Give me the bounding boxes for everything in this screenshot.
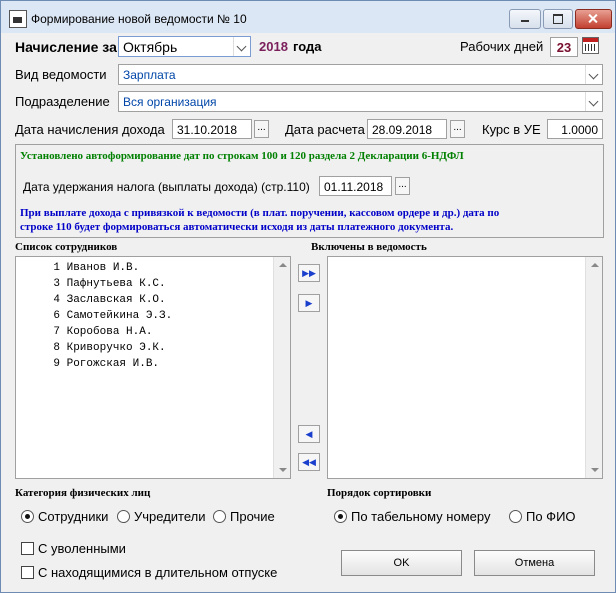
- rate-label: Курс в УЕ: [482, 122, 541, 137]
- radio-founders[interactable]: [117, 510, 130, 523]
- list-item[interactable]: 4 Заславская К.О.: [16, 294, 165, 306]
- auto-formation-notice: Установлено автоформирование дат по стро…: [20, 150, 464, 162]
- included-list[interactable]: [327, 256, 603, 479]
- employees-title: Список сотрудников: [15, 241, 118, 253]
- tax-date-field[interactable]: 01.11.2018: [319, 176, 392, 196]
- month-value: Октябрь: [123, 39, 178, 55]
- calendar-icon[interactable]: [582, 37, 599, 54]
- list-item[interactable]: 6 Самотейкина Э.З.: [16, 310, 172, 322]
- chevron-down-icon[interactable]: [233, 37, 250, 56]
- radio-others-label: Прочие: [230, 509, 275, 524]
- income-date-field[interactable]: 31.10.2018: [172, 119, 252, 139]
- dismissed-checkbox[interactable]: [21, 542, 34, 555]
- rate-field[interactable]: 1.0000: [547, 119, 603, 139]
- tax-date-picker-button[interactable]: ...: [395, 177, 410, 195]
- radio-founders-label: Учредители: [134, 509, 206, 524]
- statement-type-label: Вид ведомости: [15, 67, 107, 82]
- remove-all-button[interactable]: ◀◀: [298, 453, 320, 471]
- included-title: Включены в ведомость: [311, 241, 427, 253]
- long-leave-checkbox[interactable]: [21, 566, 34, 579]
- long-leave-label: С находящимися в длительном отпуске: [38, 565, 278, 580]
- income-date-label: Дата начисления дохода: [15, 122, 165, 137]
- chevron-down-icon[interactable]: [585, 92, 602, 111]
- list-item[interactable]: 9 Рогожская И.В.: [16, 358, 159, 370]
- month-select[interactable]: Октябрь: [118, 36, 251, 57]
- tax-date-label: Дата удержания налога (выплаты дохода) (…: [23, 180, 310, 194]
- year-value: 2018: [259, 39, 288, 54]
- department-select[interactable]: Вся организация: [118, 91, 603, 112]
- workdays-label: Рабочих дней: [460, 39, 544, 54]
- calc-date-field[interactable]: 28.09.2018: [367, 119, 447, 139]
- minimize-button[interactable]: [509, 9, 541, 29]
- department-value: Вся организация: [123, 95, 217, 109]
- info-line-2: строке 110 будет формироваться автоматич…: [20, 221, 454, 233]
- included-scrollbar[interactable]: [585, 257, 602, 478]
- maximize-button[interactable]: [543, 9, 573, 29]
- calc-date-picker-button[interactable]: ...: [450, 120, 465, 138]
- app-icon: [9, 10, 27, 28]
- year-suffix: года: [293, 39, 322, 54]
- list-item[interactable]: 8 Криворучко Э.К.: [16, 342, 165, 354]
- radio-sort-name-label: По ФИО: [526, 509, 576, 524]
- dismissed-label: С уволенными: [38, 541, 126, 556]
- radio-sort-name[interactable]: [509, 510, 522, 523]
- add-selected-button[interactable]: ▶: [298, 294, 320, 312]
- title-bar: Формирование новой ведомости № 10: [1, 1, 615, 33]
- employees-list[interactable]: 1 Иванов И.В. 3 Пафнутьева К.С. 4 Заслав…: [15, 256, 291, 479]
- radio-others[interactable]: [213, 510, 226, 523]
- close-button[interactable]: [575, 9, 612, 29]
- department-label: Подразделение: [15, 94, 110, 109]
- add-all-button[interactable]: ▶▶: [298, 264, 320, 282]
- employees-scrollbar[interactable]: [273, 257, 290, 478]
- info-line-1: При выплате дохода с привязкой к ведомос…: [20, 207, 500, 219]
- cancel-button[interactable]: Отмена: [474, 550, 595, 576]
- chevron-down-icon[interactable]: [585, 65, 602, 84]
- income-date-picker-button[interactable]: ...: [254, 120, 269, 138]
- sort-title: Порядок сортировки: [327, 487, 432, 499]
- list-item[interactable]: 1 Иванов И.В.: [16, 262, 139, 274]
- remove-selected-button[interactable]: ◀: [298, 425, 320, 443]
- ok-button[interactable]: OK: [341, 550, 462, 576]
- list-item[interactable]: 7 Коробова Н.А.: [16, 326, 152, 338]
- accrual-label: Начисление за: [15, 39, 117, 55]
- list-item[interactable]: 3 Пафнутьева К.С.: [16, 278, 165, 290]
- dialog-window: Формирование новой ведомости № 10 Начисл…: [0, 0, 616, 593]
- radio-sort-number-label: По табельному номеру: [351, 509, 491, 524]
- statement-type-value: Зарплата: [123, 68, 176, 82]
- radio-sort-number[interactable]: [334, 510, 347, 523]
- workdays-field[interactable]: 23: [550, 37, 578, 57]
- radio-employees-label: Сотрудники: [38, 509, 109, 524]
- window-title: Формирование новой ведомости № 10: [31, 12, 247, 26]
- radio-employees[interactable]: [21, 510, 34, 523]
- calc-date-label: Дата расчета: [285, 122, 365, 137]
- statement-type-select[interactable]: Зарплата: [118, 64, 603, 85]
- category-title: Категория физических лиц: [15, 487, 151, 499]
